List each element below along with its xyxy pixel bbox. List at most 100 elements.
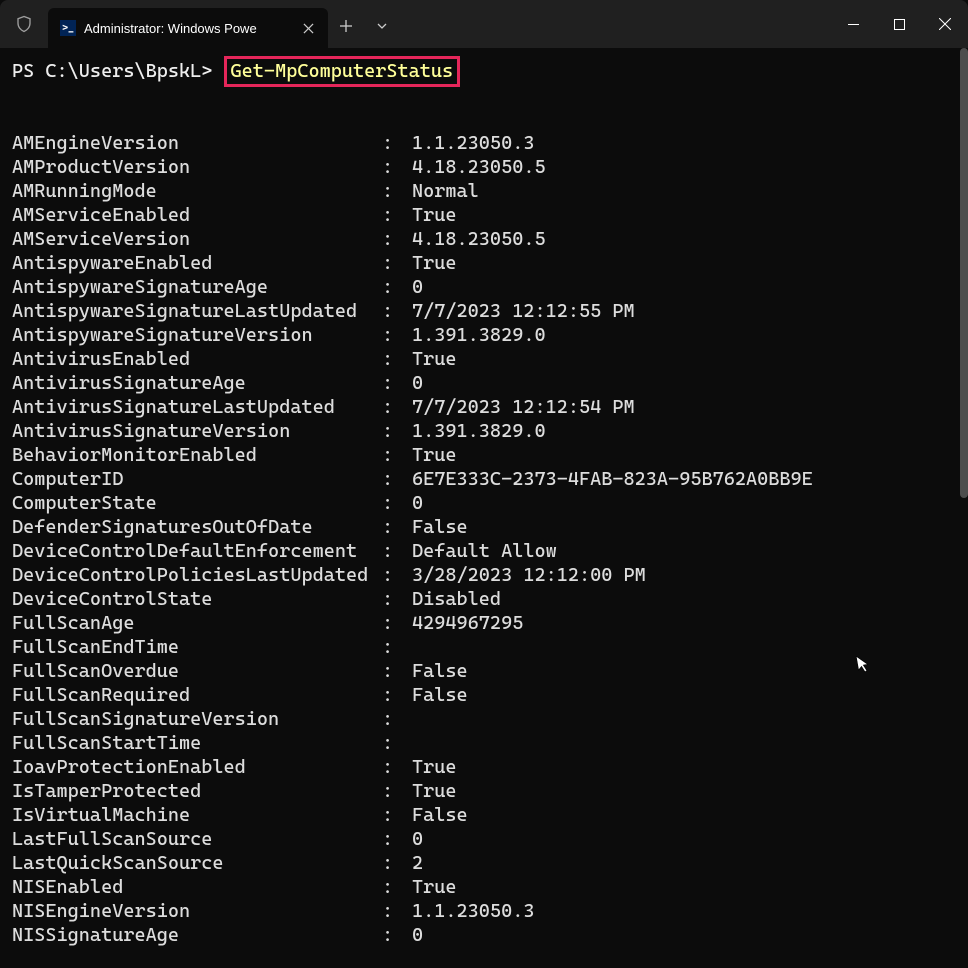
property-row: FullScanStartTime: — [12, 731, 956, 755]
property-key: AMRunningMode — [12, 179, 382, 203]
tab-title: Administrator: Windows Powe — [84, 21, 290, 36]
property-key: FullScanOverdue — [12, 659, 382, 683]
property-value: 3/28/2023 12:12:00 PM — [412, 563, 646, 587]
property-value: 1.391.3829.0 — [412, 323, 546, 347]
property-separator: : — [382, 731, 412, 755]
scrollbar-thumb[interactable] — [960, 48, 968, 498]
property-value: True — [412, 203, 457, 227]
property-key: DefenderSignaturesOutOfDate — [12, 515, 382, 539]
property-key: LastFullScanSource — [12, 827, 382, 851]
property-row: IsVirtualMachine: False — [12, 803, 956, 827]
property-separator: : — [382, 275, 412, 299]
titlebar-drag-region[interactable] — [400, 0, 830, 48]
property-key: DeviceControlDefaultEnforcement — [12, 539, 382, 563]
property-value: 1.391.3829.0 — [412, 419, 546, 443]
prompt-text: PS C:\Users\BpskL> — [12, 60, 212, 82]
close-tab-button[interactable] — [298, 18, 318, 38]
property-value: 0 — [412, 827, 423, 851]
property-separator: : — [382, 803, 412, 827]
property-row: DeviceControlDefaultEnforcement: Default… — [12, 539, 956, 563]
property-key: AntispywareEnabled — [12, 251, 382, 275]
property-separator: : — [382, 587, 412, 611]
property-row: AntispywareSignatureVersion: 1.391.3829.… — [12, 323, 956, 347]
property-separator: : — [382, 227, 412, 251]
property-row: DeviceControlPoliciesLastUpdated: 3/28/2… — [12, 563, 956, 587]
property-key: FullScanRequired — [12, 683, 382, 707]
property-separator: : — [382, 299, 412, 323]
property-row: ComputerState: 0 — [12, 491, 956, 515]
property-key: AMEngineVersion — [12, 131, 382, 155]
maximize-button[interactable] — [876, 4, 922, 44]
tab-actions — [328, 0, 400, 48]
property-key: IoavProtectionEnabled — [12, 755, 382, 779]
property-row: AntivirusSignatureAge: 0 — [12, 371, 956, 395]
property-value: False — [412, 515, 468, 539]
property-separator: : — [382, 827, 412, 851]
minimize-button[interactable] — [830, 4, 876, 44]
close-window-button[interactable] — [922, 4, 968, 44]
property-key: ComputerState — [12, 491, 382, 515]
property-row: DefenderSignaturesOutOfDate: False — [12, 515, 956, 539]
property-key: LastQuickScanSource — [12, 851, 382, 875]
property-value: True — [412, 755, 457, 779]
property-row: AMEngineVersion: 1.1.23050.3 — [12, 131, 956, 155]
property-row: FullScanRequired: False — [12, 683, 956, 707]
property-row: AntispywareSignatureLastUpdated: 7/7/202… — [12, 299, 956, 323]
property-separator: : — [382, 851, 412, 875]
property-row: AMServiceEnabled: True — [12, 203, 956, 227]
new-tab-button[interactable] — [328, 6, 364, 46]
property-value: 2 — [412, 851, 423, 875]
property-key: AntivirusSignatureAge — [12, 371, 382, 395]
property-value: 1.1.23050.3 — [412, 131, 534, 155]
window-titlebar: >_ Administrator: Windows Powe — [0, 0, 968, 48]
property-separator: : — [382, 203, 412, 227]
property-row: FullScanOverdue: False — [12, 659, 956, 683]
property-value: 4.18.23050.5 — [412, 227, 546, 251]
property-separator: : — [382, 611, 412, 635]
property-row: AntispywareSignatureAge: 0 — [12, 275, 956, 299]
property-separator: : — [382, 467, 412, 491]
property-separator: : — [382, 539, 412, 563]
property-row: NISEngineVersion: 1.1.23050.3 — [12, 899, 956, 923]
property-separator: : — [382, 347, 412, 371]
terminal-tab[interactable]: >_ Administrator: Windows Powe — [48, 8, 328, 48]
property-row: NISSignatureAge: 0 — [12, 923, 956, 947]
property-value: True — [412, 251, 457, 275]
property-separator: : — [382, 683, 412, 707]
property-separator: : — [382, 443, 412, 467]
property-key: NISSignatureAge — [12, 923, 382, 947]
tab-dropdown-button[interactable] — [364, 6, 400, 46]
powershell-icon: >_ — [60, 20, 76, 36]
property-key: DeviceControlPoliciesLastUpdated — [12, 563, 382, 587]
property-value: 0 — [412, 275, 423, 299]
output-table: AMEngineVersion: 1.1.23050.3AMProductVer… — [12, 131, 956, 947]
property-row: BehaviorMonitorEnabled: True — [12, 443, 956, 467]
property-key: NISEngineVersion — [12, 899, 382, 923]
property-separator: : — [382, 131, 412, 155]
property-key: FullScanStartTime — [12, 731, 382, 755]
property-separator: : — [382, 923, 412, 947]
property-value: Disabled — [412, 587, 501, 611]
property-row: FullScanSignatureVersion: — [12, 707, 956, 731]
property-value: 7/7/2023 12:12:54 PM — [412, 395, 635, 419]
property-key: AntivirusSignatureLastUpdated — [12, 395, 382, 419]
property-row: NISEnabled: True — [12, 875, 956, 899]
property-value: 1.1.23050.3 — [412, 899, 534, 923]
prompt-line: PS C:\Users\BpskL> Get-MpComputerStatus — [12, 56, 956, 87]
property-key: AMProductVersion — [12, 155, 382, 179]
property-value: True — [412, 443, 457, 467]
property-key: NISEnabled — [12, 875, 382, 899]
terminal-content[interactable]: PS C:\Users\BpskL> Get-MpComputerStatus … — [0, 48, 968, 968]
property-value: True — [412, 779, 457, 803]
property-row: AMProductVersion: 4.18.23050.5 — [12, 155, 956, 179]
property-row: AntivirusEnabled: True — [12, 347, 956, 371]
property-value: True — [412, 875, 457, 899]
property-key: ComputerID — [12, 467, 382, 491]
property-value: False — [412, 803, 468, 827]
window-controls — [830, 0, 968, 48]
property-key: FullScanAge — [12, 611, 382, 635]
shield-icon — [0, 0, 48, 48]
property-key: FullScanEndTime — [12, 635, 382, 659]
property-row: AMServiceVersion: 4.18.23050.5 — [12, 227, 956, 251]
property-separator: : — [382, 515, 412, 539]
